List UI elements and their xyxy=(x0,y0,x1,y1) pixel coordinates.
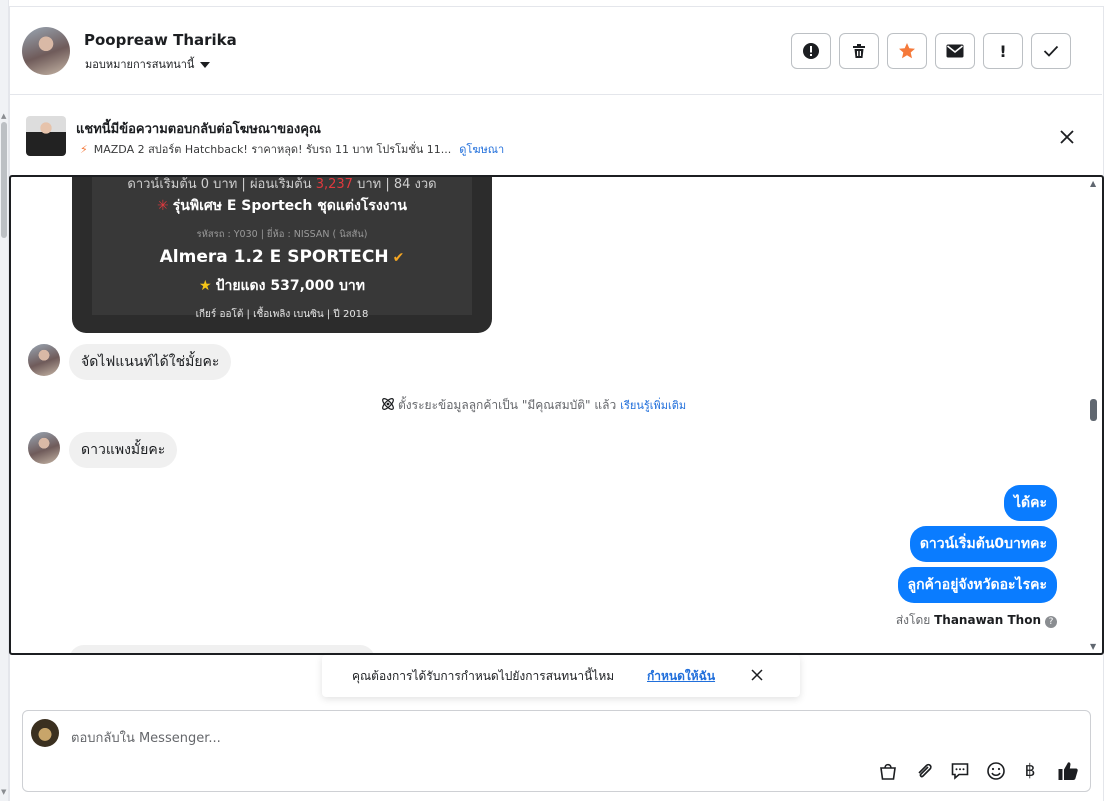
asterisk-icon: ✳ xyxy=(157,198,169,214)
contact-avatar-small[interactable] xyxy=(28,432,60,464)
assign-label: มอบหมายการสนทนานี้ xyxy=(85,58,195,71)
scroll-down-arrow-icon[interactable]: ▼ xyxy=(1090,642,1096,651)
outgoing-message[interactable]: ลูกค้าอยู่จังหวัดอะไรคะ xyxy=(897,567,1057,603)
thumbs-up-icon[interactable] xyxy=(1056,759,1080,783)
car-ad-model-line: Almera 1.2 E SPORTECH ✔ xyxy=(72,247,492,267)
incoming-message[interactable]: ดาวแพงมั้ยคะ xyxy=(69,432,178,468)
car-ad-monthly-price: 3,237 xyxy=(315,177,353,192)
contact-name[interactable]: Poopreaw Tharika xyxy=(84,31,237,49)
outgoing-message[interactable]: ดาวน์เริ่มต้น0บาทคะ xyxy=(909,526,1057,562)
system-note: ตั้งระยะข้อมูลลูกค้าเป็น "มีคุณสมบัติ" แ… xyxy=(380,396,686,415)
reply-input[interactable]: ตอบกลับใน Messenger... xyxy=(71,727,221,748)
mark-unread-button[interactable] xyxy=(935,33,975,69)
delete-button[interactable] xyxy=(839,33,879,69)
assign-conversation-dropdown[interactable]: มอบหมายการสนทนานี้ xyxy=(85,55,211,73)
message-thread[interactable]: ดาวน์เริ่มต้น 0 บาท | ผ่อนเริ่มต้น 3,237… xyxy=(9,175,1104,655)
lightning-icon: ⚡ xyxy=(80,143,88,156)
follow-up-button[interactable]: ! xyxy=(983,33,1023,69)
lead-status-icon xyxy=(382,398,394,410)
saved-reply-icon[interactable] xyxy=(948,759,972,783)
learn-more-link[interactable]: เรียนรู้เพิ่มเติม xyxy=(620,399,686,412)
assign-to-me-link[interactable]: กำหนดให้ฉัน xyxy=(647,667,715,686)
system-note-text: ตั้งระยะข้อมูลลูกค้าเป็น "มีคุณสมบัติ" แ… xyxy=(398,398,617,412)
shopping-bag-icon[interactable] xyxy=(876,759,900,783)
star-button[interactable] xyxy=(887,33,927,69)
ad-banner-subtitle: ⚡ MAZDA 2 สปอร์ต Hatchback! ราคาหลุด! รับ… xyxy=(80,140,504,158)
close-icon[interactable] xyxy=(1056,126,1078,148)
mark-done-button[interactable] xyxy=(1031,33,1071,69)
emoji-icon[interactable] xyxy=(984,759,1008,783)
car-ad-price-text: ป้ายแดง 537,000 บาท xyxy=(215,278,365,294)
checkmark-icon xyxy=(1043,45,1059,57)
scrollbar-thumb[interactable] xyxy=(1,122,7,238)
page-avatar xyxy=(31,719,59,747)
reply-composer[interactable]: ตอบกลับใน Messenger... ฿ xyxy=(22,710,1091,792)
baht-icon[interactable]: ฿ xyxy=(1018,759,1042,783)
close-icon[interactable] xyxy=(750,668,764,682)
sent-by-agent: Thanawan Thon xyxy=(934,613,1041,627)
contact-avatar-small[interactable] xyxy=(28,344,60,376)
caret-down-icon xyxy=(200,62,211,68)
scroll-up-arrow-icon[interactable]: ▲ xyxy=(1090,179,1096,188)
conversation-header: Poopreaw Tharika มอบหมายการสนทนานี้ ! xyxy=(10,7,1102,95)
report-spam-button[interactable] xyxy=(791,33,831,69)
car-ad-term-text: บาท | 84 งวด xyxy=(352,177,437,192)
star-icon: ★ xyxy=(199,278,212,294)
ad-name: MAZDA 2 สปอร์ต Hatchback! ราคาหลุด! รับร… xyxy=(93,143,452,156)
verified-check-icon: ✔ xyxy=(392,250,405,266)
paperclip-icon[interactable] xyxy=(912,759,936,783)
car-ad-edition-line: ✳ รุ่นพิเศษ E Sportech ชุดแต่งโรงงาน xyxy=(72,195,492,217)
ad-thumbnail[interactable] xyxy=(26,116,66,156)
car-ad-specs-line: เกียร์ ออโต้ | เชื้อเพลิง เบนซิน | ปี 20… xyxy=(195,309,369,320)
car-ad-price-line: ดาวน์เริ่มต้น 0 บาท | ผ่อนเริ่มต้น 3,237… xyxy=(72,177,492,194)
car-ad-down-text: ดาวน์เริ่มต้น 0 บาท | ผ่อนเริ่มต้น xyxy=(127,177,316,192)
car-ad-price-tag-line: ★ ป้ายแดง 537,000 บาท xyxy=(72,275,492,297)
scrollbar-thumb[interactable] xyxy=(1090,399,1097,421)
view-ad-link[interactable]: ดูโฆษณา xyxy=(459,143,504,156)
car-ad-model-text: Almera 1.2 E SPORTECH xyxy=(159,247,389,267)
incoming-message[interactable]: จัดไฟแนนท์ได้ใช่มั้ยคะ xyxy=(69,344,232,380)
exclamation-icon: ! xyxy=(999,41,1007,61)
trash-icon xyxy=(853,44,865,58)
scroll-up-arrow-icon[interactable]: ▲ xyxy=(1,112,6,120)
sent-by-label: ส่งโดย Thanawan Thon? xyxy=(896,611,1057,630)
envelope-icon xyxy=(946,44,964,58)
help-icon[interactable]: ? xyxy=(1045,616,1057,628)
alert-circle-icon xyxy=(803,43,819,59)
thread-scrollbar[interactable]: ▲ ▼ xyxy=(1088,177,1100,653)
assign-prompt: คุณต้องการได้รับการกำหนดไปยังการสนทนานี้… xyxy=(322,655,800,697)
star-icon xyxy=(899,43,915,59)
outgoing-message[interactable]: ได้คะ xyxy=(1003,485,1057,521)
car-ad-edition-text: รุ่นพิเศษ E Sportech ชุดแต่งโรงงาน xyxy=(172,198,407,214)
incoming-message-partial[interactable] xyxy=(69,645,375,653)
assign-prompt-question: คุณต้องการได้รับการกำหนดไปยังการสนทนานี้… xyxy=(352,669,615,683)
car-ad-image[interactable]: ดาวน์เริ่มต้น 0 บาท | ผ่อนเริ่มต้น 3,237… xyxy=(72,177,492,333)
ad-banner-title: แชทนี้มีข้อความตอบกลับต่อโฆษณาของคุณ xyxy=(76,122,321,137)
outer-scrollbar[interactable]: ▲ ▼ xyxy=(0,0,9,801)
sent-by-prefix: ส่งโดย xyxy=(895,613,931,627)
car-ad-code-line: รหัสรถ : Y030 | ยี่ห้อ : NISSAN ( นิสสัน… xyxy=(196,229,368,240)
scroll-down-arrow-icon[interactable]: ▼ xyxy=(1,788,6,796)
contact-avatar[interactable] xyxy=(22,27,70,75)
